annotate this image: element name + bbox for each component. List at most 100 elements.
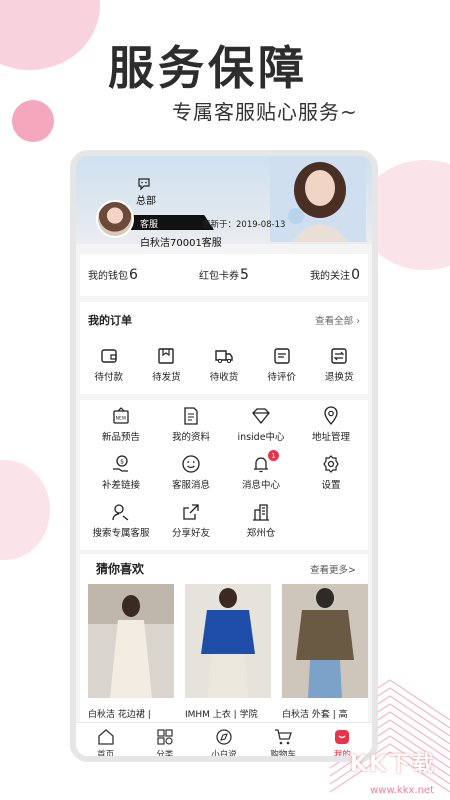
money-link-icon: $ [113,455,128,472]
cart-icon [275,728,293,744]
orders-card: 我的订单 查看全部 › 待付款 待发货 待收货 待评价 退换货 [80,302,368,394]
bottom-tab-bar: 首页 分类 小白说 购物车 我的 [76,722,372,760]
service-grid: NEW 新品预告 我的资料 inside中心 地址管理 $ 补差链接 客服消息 … [86,406,366,542]
menu-inside-center[interactable]: inside中心 [226,406,296,446]
menu-label: 客服消息 [171,480,210,491]
tab-category[interactable]: 分类 [137,728,193,760]
menu-label: inside中心 [237,432,285,443]
tab-label: 我的 [333,749,351,760]
product-card[interactable]: IMHM 上衣 | 学院 [185,584,271,724]
watermark-url: www.kkx.net [370,785,434,796]
tab-home[interactable]: 首页 [78,728,134,760]
menu-settings[interactable]: 设置 [296,454,366,494]
location-icon [324,406,338,425]
me-icon [335,729,350,744]
menu-service-messages[interactable]: 客服消息 [156,454,226,494]
menu-new-arrivals[interactable]: NEW 新品预告 [86,406,156,446]
order-pending-shipment[interactable]: 待发货 [138,346,194,383]
smile-icon [182,455,200,473]
stat-value: 0 [351,267,360,283]
menu-search-service[interactable]: 搜索专属客服 [86,502,156,542]
menu-message-center[interactable]: 1 消息中心 [226,450,296,494]
product-title: 白秋洁 花边裙 | [88,710,151,720]
menu-label: 新品预告 [101,432,140,443]
building-icon [253,504,269,521]
stat-wallet[interactable]: 我的钱包6 [88,267,138,283]
app-screenshot: 服务保障 专属客服贴心服务~ 总部 客服 更新于：2019-08-13 白秋洁7… [0,0,450,800]
product-card[interactable]: 白秋洁 外套 | 高 [282,584,368,724]
hq-label: 总部 [136,196,156,207]
stat-value: 5 [240,267,249,283]
chat-icon[interactable] [136,176,152,192]
tab-label: 分类 [156,749,174,760]
stats-row: 我的钱包6 红包卡券5 我的关注0 [80,254,368,296]
product-title: 白秋洁 外套 | 高 [282,710,348,720]
menu-address[interactable]: 地址管理 [296,406,366,446]
order-pending-receipt[interactable]: 待收货 [196,346,252,383]
share-icon [183,504,199,520]
menu-label: 郑州仓 [246,528,276,539]
menu-label: 我的资料 [171,432,210,443]
menu-my-profile[interactable]: 我的资料 [156,406,226,446]
menu-label: 搜索专属客服 [92,528,150,539]
chevron-right-icon: › [356,316,360,327]
tab-label: 首页 [97,749,115,760]
order-label: 待评价 [267,372,296,383]
diamond-icon [252,408,270,425]
wallet-icon [101,349,117,363]
new-icon: NEW [113,407,129,424]
stat-label: 红包卡券 [199,271,240,282]
service-label: 客服 [140,220,159,230]
exchange-icon [331,348,347,364]
order-status-row: 待付款 待发货 待收货 待评价 退换货 [80,346,368,383]
notification-badge: 1 [268,450,279,461]
tab-xiaobai-talk[interactable]: 小白说 [196,728,252,760]
menu-label: 地址管理 [311,432,350,443]
stat-label: 我的钱包 [88,271,128,282]
product-image [88,584,174,698]
profile-doc-icon [184,407,198,425]
menu-zhengzhou-warehouse[interactable]: 郑州仓 [226,502,296,542]
order-label: 待发货 [152,372,181,383]
decor-circle [0,460,50,560]
hero-subtitle: 专属客服贴心服务~ [172,100,358,124]
stat-value: 6 [129,267,138,283]
order-label: 退换货 [324,372,354,383]
tab-label: 购物车 [270,749,296,760]
product-title: IMHM 上衣 | 学院 [185,710,258,720]
order-label: 待付款 [94,372,124,383]
menu-label: 消息中心 [241,480,280,491]
order-pending-review[interactable]: 待评价 [254,346,310,383]
tab-cart[interactable]: 购物车 [255,728,311,760]
orders-title: 我的订单 [88,314,132,327]
stat-follows[interactable]: 我的关注0 [310,267,360,283]
order-pending-payment[interactable]: 待付款 [81,346,137,383]
see-more-link[interactable]: 查看更多> [310,562,356,576]
product-card[interactable]: 白秋洁 花边裙 | [88,584,174,724]
category-icon [157,728,173,745]
gear-icon [323,455,339,473]
menu-label: 分享好友 [171,528,210,539]
see-all-orders-link[interactable]: 查看全部 › [315,313,360,327]
review-icon [273,348,290,364]
profile-banner: 总部 客服 更新于：2019-08-13 [76,156,372,244]
compass-icon [216,728,232,745]
menu-label: 补差链接 [101,480,140,491]
order-label: 待收货 [209,372,239,383]
package-icon [158,348,175,364]
watermark-logo: KK下载 [349,752,436,777]
avatar[interactable] [96,200,134,238]
truck-icon [215,350,233,364]
search-user-icon [112,504,129,521]
menu-label: 设置 [321,480,341,491]
tab-label: 小白说 [211,749,237,760]
menu-share-friends[interactable]: 分享好友 [156,502,226,542]
svg-text:$: $ [120,459,124,466]
menu-price-diff-link[interactable]: $ 补差链接 [86,454,156,494]
shop-name: 白秋洁70001客服 [140,238,222,249]
svg-text:NEW: NEW [116,416,127,422]
content-panel: 我的钱包6 红包卡券5 我的关注0 我的订单 查看全部 › 待付款 待发货 待收… [76,244,372,756]
stat-coupons[interactable]: 红包卡券5 [199,267,249,283]
order-returns[interactable]: 退换货 [311,346,367,383]
decor-circle [0,0,100,70]
